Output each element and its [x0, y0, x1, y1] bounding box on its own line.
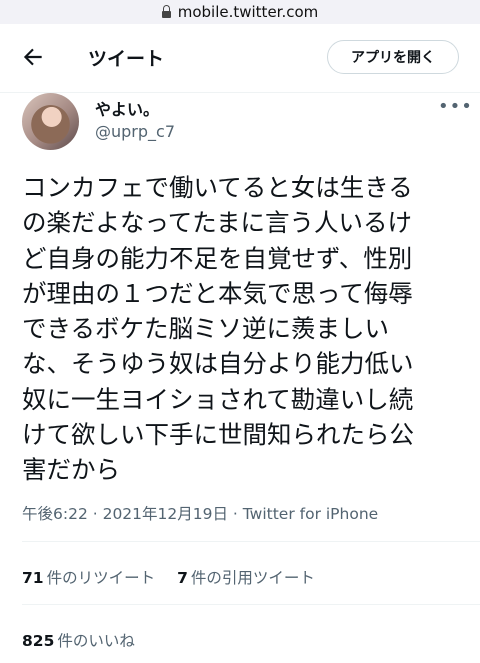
- open-app-button[interactable]: アプリを開く: [327, 40, 459, 74]
- top-nav-bar: ツイート アプリを開く: [0, 24, 480, 93]
- more-icon[interactable]: •••: [438, 96, 473, 117]
- lock-icon: [161, 4, 171, 18]
- retweet-count: 71: [22, 569, 44, 587]
- retweet-label: 件のリツイート: [46, 569, 156, 587]
- url-text: mobile.twitter.com: [177, 3, 319, 21]
- quote-stat[interactable]: 7 件の引用ツイート: [177, 566, 315, 588]
- divider: [22, 604, 480, 605]
- avatar[interactable]: [22, 93, 79, 150]
- tweet-timestamp[interactable]: 午後6:22 · 2021年12月19日 · Twitter for iPhon…: [22, 502, 378, 524]
- engagement-stats: 71 件のリツイート 7 件の引用ツイート: [22, 566, 315, 588]
- page-title: ツイート: [88, 48, 165, 70]
- quote-count: 7: [177, 569, 188, 587]
- like-count: 825: [22, 632, 55, 650]
- divider: [22, 541, 480, 542]
- like-label: 件のいいね: [57, 632, 135, 650]
- like-stat[interactable]: 825 件のいいね: [22, 629, 135, 651]
- tweet-text: コンカフェで働いてると女は生きる の楽だよなってたまに言う人いるけ ど自身の能力…: [22, 173, 414, 485]
- user-handle[interactable]: @uprp_c7: [95, 122, 175, 141]
- retweet-stat[interactable]: 71 件のリツイート: [22, 566, 155, 588]
- display-name[interactable]: やよい。: [95, 96, 159, 120]
- browser-url-bar[interactable]: mobile.twitter.com: [0, 0, 480, 24]
- quote-label: 件の引用ツイート: [190, 569, 315, 587]
- back-arrow-icon[interactable]: [20, 44, 46, 70]
